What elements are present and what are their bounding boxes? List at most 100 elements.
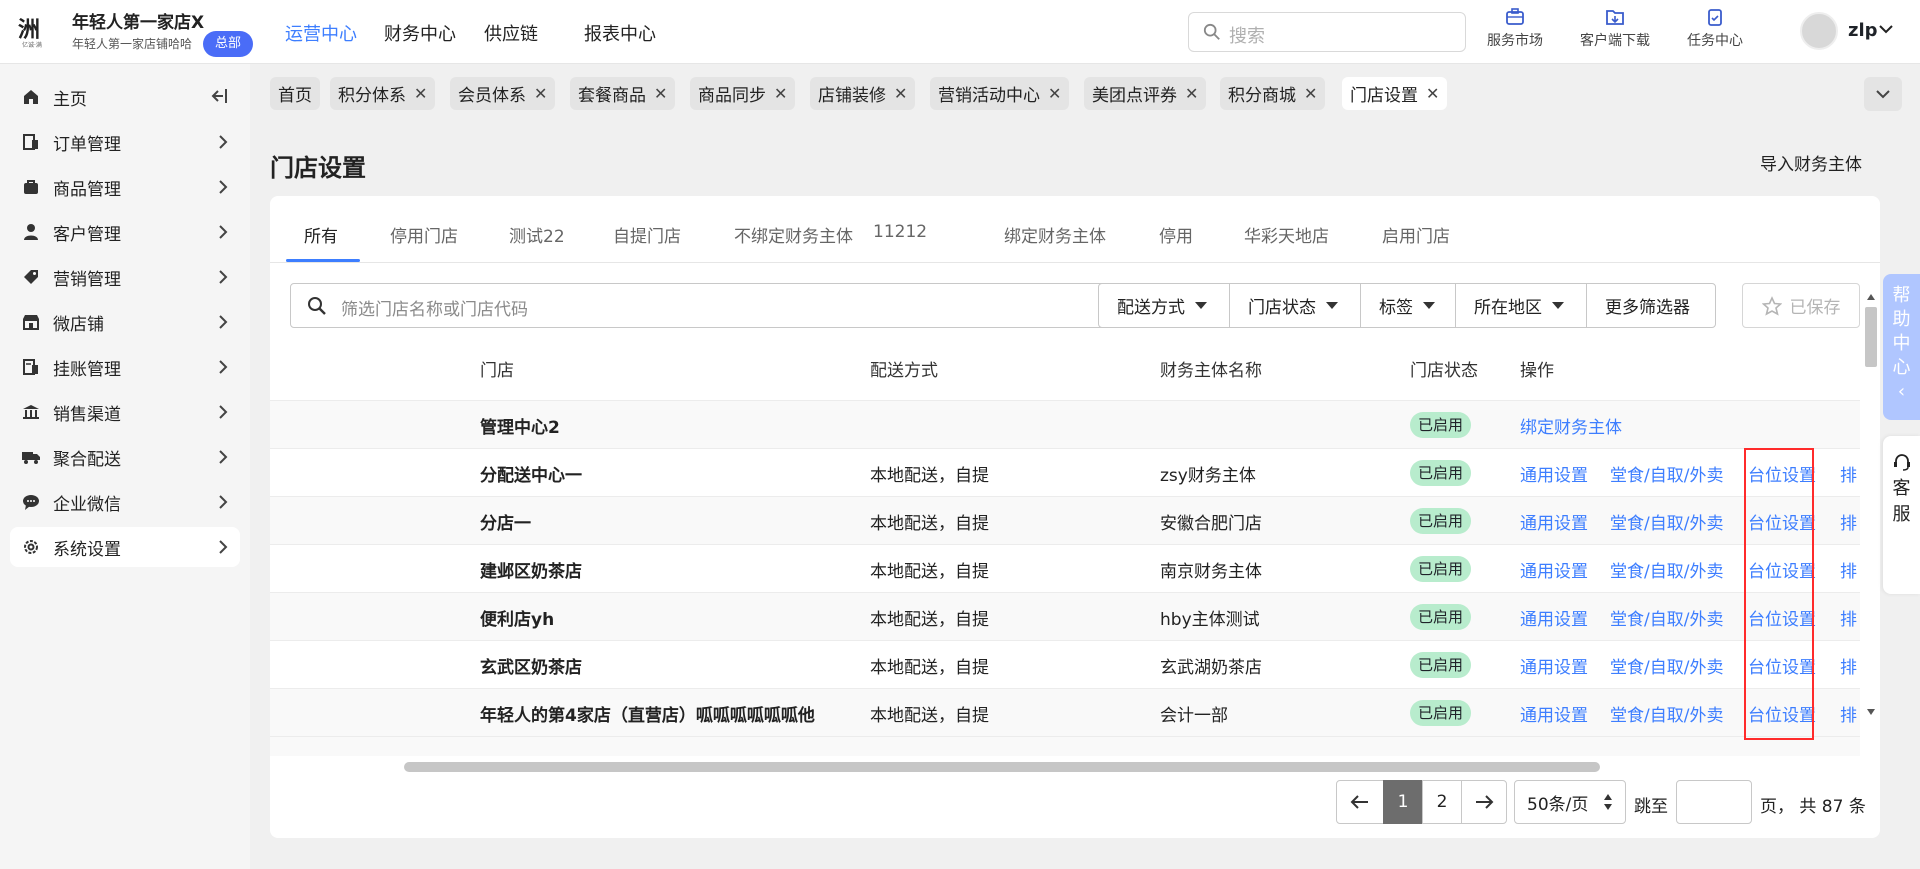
service-market-button[interactable]: 服务市场 — [1470, 8, 1560, 50]
close-icon[interactable]: ✕ — [1304, 84, 1317, 103]
customer-service-tab[interactable]: 客 服 — [1883, 436, 1920, 594]
task-center-button[interactable]: 任务中心 — [1670, 8, 1760, 50]
page-size-select[interactable]: 50条/页 — [1514, 780, 1626, 824]
nav-supply-chain[interactable]: 供应链 — [484, 20, 538, 46]
general-settings-link[interactable]: 通用设置 — [1520, 509, 1588, 534]
sidebar-item-goods[interactable]: 商品管理 — [10, 167, 240, 207]
page-button-1[interactable]: 1 — [1383, 780, 1423, 824]
queue-settings-link[interactable]: 排 — [1840, 509, 1857, 534]
filter-tab-pickup-stores[interactable]: 自提门店 — [613, 222, 681, 247]
close-icon[interactable]: ✕ — [1426, 84, 1439, 103]
sidebar-item-ledger[interactable]: 挂账管理 — [10, 347, 240, 387]
store-filter-input[interactable]: 筛选门店名称或门店代码 — [290, 283, 1108, 328]
client-download-button[interactable]: 客户端下载 — [1570, 8, 1660, 50]
sidebar-item-marketing[interactable]: 营销管理 — [10, 257, 240, 297]
jump-page-input[interactable] — [1676, 780, 1752, 824]
page-tab-decoration[interactable]: 店铺装修 ✕ — [810, 77, 916, 110]
page-button-2[interactable]: 2 — [1422, 780, 1462, 824]
sidebar-item-customers[interactable]: 客户管理 — [10, 212, 240, 252]
scroll-down-icon[interactable] — [1866, 708, 1876, 716]
dine-pickup-delivery-link[interactable]: 堂食/自取/外卖 — [1610, 461, 1723, 486]
table-row[interactable]: 便利店yh 本地配送，自提 hby主体测试 已启用 通用设置 堂食/自取/外卖 … — [270, 592, 1860, 640]
close-icon[interactable]: ✕ — [534, 84, 547, 103]
table-row[interactable]: 分配送中心一 本地配送，自提 zsy财务主体 已启用 通用设置 堂食/自取/外卖… — [270, 448, 1860, 496]
nav-finance[interactable]: 财务中心 — [384, 20, 456, 46]
page-tab-home[interactable]: 首页 — [270, 77, 320, 110]
tabs-dropdown-button[interactable] — [1864, 77, 1902, 111]
sidebar-item-home[interactable]: 主页 — [10, 77, 240, 117]
page-tab-membership[interactable]: 会员体系 ✕ — [450, 77, 556, 110]
queue-settings-link[interactable]: 排 — [1840, 605, 1857, 630]
queue-settings-link[interactable]: 排 — [1840, 557, 1857, 582]
filter-tab-disabled[interactable]: 停用 — [1159, 222, 1193, 247]
page-tab-combo[interactable]: 套餐商品 ✕ — [570, 77, 676, 110]
filter-tab-huacai[interactable]: 华彩天地店 — [1244, 222, 1329, 247]
page-tab-points[interactable]: 积分体系 ✕ — [330, 77, 436, 110]
dine-pickup-delivery-link[interactable]: 堂食/自取/外卖 — [1610, 509, 1723, 534]
region-dropdown[interactable]: 所在地区 — [1455, 283, 1587, 328]
sidebar-item-settings[interactable]: 系统设置 — [10, 527, 240, 567]
dine-pickup-delivery-link[interactable]: 堂食/自取/外卖 — [1610, 605, 1723, 630]
general-settings-link[interactable]: 通用设置 — [1520, 701, 1588, 726]
vertical-scroll-thumb[interactable] — [1865, 307, 1877, 367]
general-settings-link[interactable]: 通用设置 — [1520, 653, 1588, 678]
next-page-button[interactable] — [1461, 780, 1507, 824]
filter-tab-disabled-stores[interactable]: 停用门店 — [390, 222, 458, 247]
collapse-sidebar-icon[interactable] — [210, 88, 228, 104]
column-header-store[interactable]: 门店 — [480, 356, 514, 381]
chevron-down-icon[interactable] — [1878, 24, 1894, 34]
queue-settings-link[interactable]: 排 — [1840, 701, 1857, 726]
table-row[interactable]: 玄武区奶茶店 本地配送，自提 玄武湖奶茶店 已启用 通用设置 堂食/自取/外卖 … — [270, 640, 1860, 688]
page-tab-sync[interactable]: 商品同步 ✕ — [690, 77, 796, 110]
close-icon[interactable]: ✕ — [1185, 84, 1198, 103]
tags-dropdown[interactable]: 标签 — [1360, 283, 1456, 328]
general-settings-link[interactable]: 通用设置 — [1520, 557, 1588, 582]
page-tab-points-mall[interactable]: 积分商城 ✕ — [1220, 77, 1326, 110]
table-row[interactable]: 年轻人的第4家店（直营店）呱呱呱呱呱呱他 本地配送，自提 会计一部 已启用 通用… — [270, 688, 1860, 736]
horizontal-scroll-thumb[interactable] — [404, 762, 1600, 772]
nav-reports[interactable]: 报表中心 — [584, 20, 656, 46]
page-tab-store-settings[interactable]: 门店设置 ✕ — [1342, 77, 1448, 110]
sidebar-item-orders[interactable]: 订单管理 — [10, 122, 240, 162]
saved-filters-button[interactable]: 已保存 — [1742, 283, 1860, 328]
sidebar-item-micro-shop[interactable]: 微店铺 — [10, 302, 240, 342]
close-icon[interactable]: ✕ — [654, 84, 667, 103]
vertical-scrollbar[interactable] — [1862, 291, 1880, 721]
filter-tab-test22[interactable]: 测试22 — [509, 222, 565, 247]
global-search-input[interactable]: 搜索 — [1188, 12, 1466, 52]
sidebar-item-sales-channels[interactable]: 销售渠道 — [10, 392, 240, 432]
general-settings-link[interactable]: 通用设置 — [1520, 605, 1588, 630]
general-settings-link[interactable]: 通用设置 — [1520, 461, 1588, 486]
avatar[interactable] — [1800, 12, 1838, 50]
dine-pickup-delivery-link[interactable]: 堂食/自取/外卖 — [1610, 557, 1723, 582]
scroll-up-icon[interactable] — [1866, 293, 1876, 301]
user-name[interactable]: zlp — [1848, 20, 1878, 41]
column-header-delivery[interactable]: 配送方式 — [870, 356, 938, 381]
dine-pickup-delivery-link[interactable]: 堂食/自取/外卖 — [1610, 653, 1723, 678]
prev-page-button[interactable] — [1336, 780, 1384, 824]
filter-tab-unbound-entity[interactable]: 不绑定财务主体 — [734, 222, 853, 247]
table-row[interactable]: 建邺区奶茶店 本地配送，自提 南京财务主体 已启用 通用设置 堂食/自取/外卖 … — [270, 544, 1860, 592]
import-finance-entity-button[interactable]: 导入财务主体 — [1760, 150, 1862, 175]
help-center-tab[interactable]: 帮 助 中 心 ‹ — [1883, 274, 1920, 420]
filter-tab-11212[interactable]: 11212 — [873, 222, 927, 242]
filter-tab-enabled-stores[interactable]: 启用门店 — [1382, 222, 1450, 247]
sidebar-item-wecom[interactable]: 企业微信 — [10, 482, 240, 522]
column-header-entity[interactable]: 财务主体名称 — [1160, 356, 1262, 381]
filter-tab-bound-entity[interactable]: 绑定财务主体 — [1004, 222, 1106, 247]
brand-logo[interactable]: 洲亿诚·满 — [18, 12, 58, 52]
delivery-method-dropdown[interactable]: 配送方式 — [1098, 283, 1230, 328]
hq-badge[interactable]: 总部 — [203, 31, 254, 57]
store-status-dropdown[interactable]: 门店状态 — [1229, 283, 1361, 328]
queue-settings-link[interactable]: 排 — [1840, 461, 1857, 486]
filter-tab-all[interactable]: 所有 — [304, 222, 338, 247]
close-icon[interactable]: ✕ — [1048, 84, 1061, 103]
sidebar-item-delivery[interactable]: 聚合配送 — [10, 437, 240, 477]
close-icon[interactable]: ✕ — [774, 84, 787, 103]
more-filters-button[interactable]: 更多筛选器 — [1586, 283, 1716, 328]
dine-pickup-delivery-link[interactable]: 堂食/自取/外卖 — [1610, 701, 1723, 726]
close-icon[interactable]: ✕ — [894, 84, 907, 103]
nav-operations[interactable]: 运营中心 — [285, 20, 357, 46]
close-icon[interactable]: ✕ — [414, 84, 427, 103]
table-row[interactable]: 管理中心2 已启用 绑定财务主体 — [270, 400, 1860, 448]
